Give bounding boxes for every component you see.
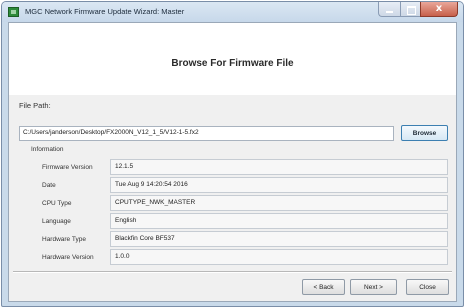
footer-divider [13, 271, 452, 273]
info-row-hardware-type: Hardware Type Blackfin Core BF537 [19, 231, 448, 249]
info-value: English [110, 213, 448, 229]
app-icon [8, 7, 19, 17]
information-heading: Information [31, 146, 64, 153]
next-button[interactable]: Next > [350, 279, 397, 295]
maximize-button[interactable] [400, 2, 420, 17]
info-value: 12.1.5 [110, 159, 448, 175]
info-label: Language [42, 218, 71, 225]
page-title: Browse For Firmware File [171, 58, 294, 69]
file-path-input[interactable]: C:/Users/janderson/Desktop/FX2000N_V12_1… [19, 126, 394, 141]
file-path-label: File Path: [19, 101, 51, 110]
info-row-hardware-version: Hardware Version 1.0.0 [19, 249, 448, 267]
info-row-date: Date Tue Aug 9 14:20:54 2016 [19, 177, 448, 195]
close-button[interactable]: Close [406, 279, 449, 295]
info-label: Hardware Version [42, 254, 94, 261]
close-window-button[interactable]: x [420, 2, 458, 17]
info-label: Firmware Version [42, 164, 93, 171]
back-button[interactable]: < Back [302, 279, 345, 295]
browse-button[interactable]: Browse [401, 125, 448, 141]
minimize-button[interactable] [378, 2, 400, 17]
header-panel: Browse For Firmware File [9, 23, 456, 95]
info-row-language: Language English [19, 213, 448, 231]
close-icon: x [435, 3, 443, 14]
info-label: Date [42, 182, 56, 189]
title-bar[interactable]: MGC Network Firmware Update Wizard: Mast… [2, 2, 463, 22]
info-value: CPUTYPE_NWK_MASTER [110, 195, 448, 211]
window-title: MGC Network Firmware Update Wizard: Mast… [25, 7, 185, 16]
info-value: 1.0.0 [110, 249, 448, 265]
info-label: Hardware Type [42, 236, 86, 243]
wizard-page: Browse For Firmware File File Path: C:/U… [8, 22, 457, 302]
info-label: CPU Type [42, 200, 72, 207]
window-controls: x [378, 2, 458, 18]
info-row-firmware-version: Firmware Version 12.1.5 [19, 159, 448, 177]
info-value: Blackfin Core BF537 [110, 231, 448, 247]
wizard-window: MGC Network Firmware Update Wizard: Mast… [1, 1, 464, 307]
info-row-cpu-type: CPU Type CPUTYPE_NWK_MASTER [19, 195, 448, 213]
info-value: Tue Aug 9 14:20:54 2016 [110, 177, 448, 193]
